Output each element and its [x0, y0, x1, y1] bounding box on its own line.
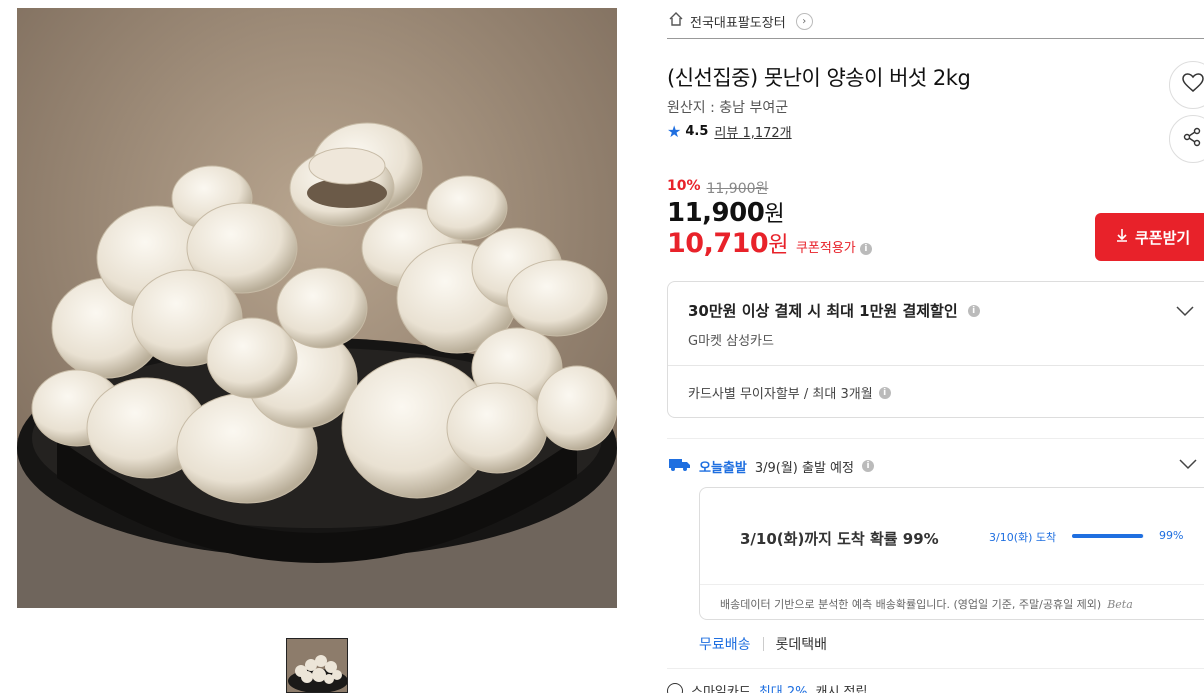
info-icon[interactable]: i — [861, 460, 874, 472]
today-shipping-label: 오늘출발 — [699, 460, 747, 476]
coupon-download-button[interactable]: 쿠폰받기 — [1095, 213, 1204, 261]
smile-card-suffix: 캐시 적립 — [815, 685, 868, 693]
divider — [762, 637, 764, 651]
coupon-price-unit: 원 — [768, 233, 788, 258]
share-icon — [1182, 127, 1202, 151]
store-name[interactable]: 전국대표팔도장터 — [690, 12, 786, 31]
smile-card-prefix: 스마일카드 — [691, 685, 751, 693]
arrival-probability-fill — [1072, 534, 1144, 538]
review-label: 리뷰 — [714, 126, 739, 141]
sale-price: 11,900원 — [667, 196, 785, 228]
coupon-tag-label: 쿠폰적용가 — [795, 241, 856, 256]
delivery-note: 배송데이터 기반으로 분석한 예측 배송확률입니다. (영업일 기준, 주말/공… — [720, 596, 1133, 612]
smile-card-highlight: 최대 2% — [758, 685, 808, 693]
free-shipping-row: 무료배송 롯데택배 — [699, 634, 827, 654]
divider — [667, 38, 1204, 39]
rating-row: ★ 4.5 리뷰 1,172개 — [667, 122, 792, 141]
installment-row: 카드사별 무이자할부 / 최대 3개월 i — [688, 383, 891, 402]
divider — [668, 365, 1204, 366]
card-discount-title-row[interactable]: 30만원 이상 결제 시 최대 1만원 결제할인 i — [688, 300, 980, 321]
arrival-bar-label: 3/10(화) 도착 — [989, 531, 1057, 544]
store-link[interactable]: 전국대표팔도장터 › — [668, 10, 813, 32]
smile-card-icon — [667, 682, 683, 693]
heart-icon — [1182, 73, 1204, 97]
original-price: 11,900원 — [706, 181, 769, 197]
info-icon[interactable]: i — [859, 242, 872, 255]
divider — [667, 438, 1204, 439]
chevron-down-icon[interactable] — [1176, 302, 1194, 321]
divider — [700, 584, 1204, 585]
card-discount-title: 30만원 이상 결제 시 최대 1만원 결제할인 — [688, 302, 958, 320]
wishlist-button[interactable] — [1169, 61, 1204, 109]
installment-text: 카드사별 무이자할부 / 최대 3개월 — [688, 387, 873, 402]
product-main-image — [17, 8, 617, 608]
home-icon — [668, 11, 684, 31]
product-title: (신선집중) 못난이 양송이 버섯 2kg — [667, 66, 971, 90]
delivery-probability-box: 3/10(화)까지 도착 확률 99% 3/10(화) 도착 99% 배송데이터… — [699, 487, 1204, 620]
arrival-probability-bar — [1072, 534, 1144, 538]
rating-score: 4.5 — [685, 124, 709, 139]
carrier-name: 롯데택배 — [775, 637, 828, 653]
review-count: 1,172개 — [742, 126, 792, 141]
sale-price-amount: 11,900 — [667, 198, 765, 228]
info-icon[interactable]: i — [878, 386, 891, 399]
beta-badge: Beta — [1107, 598, 1133, 611]
coupon-button-label: 쿠폰받기 — [1135, 228, 1191, 247]
card-name: G마켓 삼성카드 — [688, 334, 774, 349]
coupon-price: 10,710원 — [667, 227, 788, 259]
chevron-right-icon: › — [795, 12, 813, 30]
shipping-row: 오늘출발 3/9(월) 출발 예정 i — [667, 456, 874, 476]
discount-rate: 10% — [667, 178, 701, 194]
info-icon[interactable]: i — [967, 304, 980, 317]
free-shipping-label: 무료배송 — [699, 637, 751, 653]
departure-date: 3/9(월) 출발 예정 — [754, 460, 854, 476]
product-thumbnail[interactable] — [286, 638, 348, 693]
review-link[interactable]: 리뷰 1,172개 — [714, 122, 791, 141]
coupon-price-amount: 10,710 — [667, 228, 769, 259]
product-origin: 원산지 : 충남 부여군 — [667, 100, 789, 116]
card-benefit-box: 30만원 이상 결제 시 최대 1만원 결제할인 i G마켓 삼성카드 카드사별… — [667, 281, 1204, 418]
discount-row: 10% 11,900원 — [667, 178, 768, 198]
download-icon — [1115, 228, 1129, 246]
star-icon: ★ — [667, 121, 682, 141]
smile-card-row: 스마일카드 최대 2% 캐시 적립 — [667, 681, 867, 693]
sale-price-unit: 원 — [764, 202, 785, 227]
divider — [667, 668, 1204, 669]
chevron-down-icon[interactable] — [1179, 455, 1197, 474]
delivery-note-text: 배송데이터 기반으로 분석한 예측 배송확률입니다. (영업일 기준, 주말/공… — [720, 598, 1102, 611]
coupon-price-tag[interactable]: 쿠폰적용가 i — [796, 237, 872, 256]
arrival-bar-percent: 99% — [1159, 529, 1184, 542]
coupon-price-row: 10,710원 쿠폰적용가 i — [667, 227, 872, 259]
truck-icon — [667, 456, 691, 476]
arrival-probability: 3/10(화)까지 도착 확률 99% — [740, 530, 939, 548]
share-button[interactable] — [1169, 115, 1204, 163]
